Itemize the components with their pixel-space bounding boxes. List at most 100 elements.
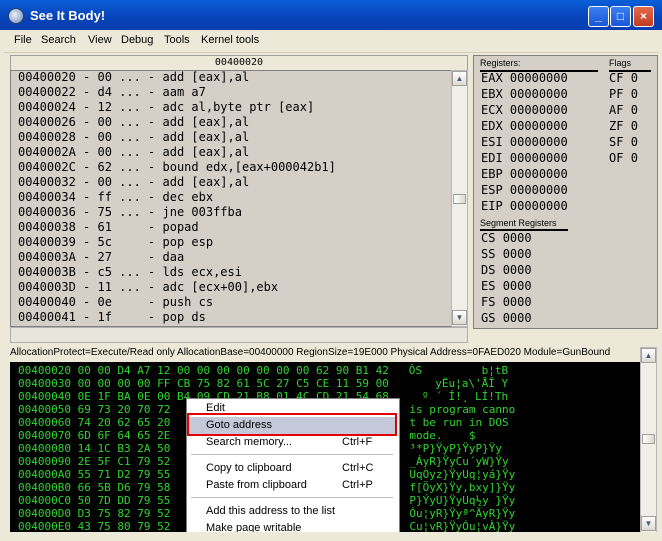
hex-bytes[interactable]: 43 75 80 79 52 <box>78 520 171 532</box>
register-value[interactable]: 00000000 <box>510 87 568 101</box>
scroll-up-button[interactable]: ▲ <box>452 71 467 86</box>
hex-bytes[interactable]: 74 20 62 65 20 <box>78 416 171 429</box>
menu-kernel-tools[interactable]: Kernel tools <box>201 34 259 46</box>
menu-search[interactable]: Search <box>41 34 76 46</box>
segment-ds[interactable]: DS 0000 <box>481 263 532 278</box>
menu-item-add-to-list[interactable]: Add this address to the list <box>188 503 396 520</box>
register-ecx[interactable]: ECX 00000000 <box>481 103 568 118</box>
register-value[interactable]: 00000000 <box>510 199 568 213</box>
disasm-line[interactable]: 00400040 - 0e - push cs <box>18 295 213 310</box>
segment-value[interactable]: 0000 <box>503 231 532 245</box>
register-ebp[interactable]: EBP 00000000 <box>481 167 568 182</box>
segment-cs[interactable]: CS 0000 <box>481 231 532 246</box>
menu-view[interactable]: View <box>88 34 112 46</box>
flag-value[interactable]: 0 <box>631 87 638 101</box>
hex-ascii[interactable]: mode. $ <box>409 429 475 442</box>
scroll-thumb[interactable] <box>453 194 466 204</box>
hex-ascii[interactable]: º ´ Í!¸ LÍ!Th <box>409 390 508 403</box>
menu-item-copy-clipboard[interactable]: Copy to clipboard Ctrl+C <box>188 460 396 477</box>
menu-tools[interactable]: Tools <box>164 34 190 46</box>
disasm-line[interactable]: 0040003B - c5 ... - lds ecx,esi <box>18 265 242 280</box>
menu-item-paste-clipboard[interactable]: Paste from clipboard Ctrl+P <box>188 477 396 494</box>
register-esi[interactable]: ESI 00000000 <box>481 135 568 150</box>
hex-ascii[interactable]: P}ÝyU}ŸyUq½y }Ÿy <box>409 494 515 507</box>
segment-value[interactable]: 0000 <box>503 247 532 261</box>
close-button[interactable]: × <box>633 6 654 27</box>
segment-value[interactable]: 0000 <box>503 295 532 309</box>
segment-value[interactable]: 0000 <box>503 311 532 325</box>
hex-bytes[interactable]: 14 1C B3 2A 50 <box>78 442 171 455</box>
maximize-button[interactable]: □ <box>610 6 631 27</box>
hex-bytes[interactable]: 55 71 D2 79 55 <box>78 468 171 481</box>
segment-value[interactable]: 0000 <box>503 263 532 277</box>
register-esp[interactable]: ESP 00000000 <box>481 183 568 198</box>
hex-row[interactable]: 00400030 00 00 00 00 FF CB 75 82 61 5C 2… <box>18 377 508 390</box>
disasm-line[interactable]: 0040002C - 62 ... - bound edx,[eax+00004… <box>18 160 336 175</box>
disasm-line[interactable]: 00400036 - 75 ... - jne 003ffba <box>18 205 242 220</box>
disasm-line[interactable]: 00400022 - d4 ... - aam a7 <box>18 85 206 100</box>
flag-value[interactable]: 0 <box>631 71 638 85</box>
disasm-address-header[interactable]: 00400020 <box>10 55 468 71</box>
flag-pf[interactable]: PF 0 <box>609 87 638 102</box>
disasm-line[interactable]: 00400038 - 61 - popad <box>18 220 199 235</box>
hex-ascii[interactable]: yËu¦a\'ÅÎ Y <box>409 377 508 390</box>
hex-bytes[interactable]: 2E 5F C1 79 52 <box>78 455 171 468</box>
flag-af[interactable]: AF 0 <box>609 103 638 118</box>
segment-es[interactable]: ES 0000 <box>481 279 532 294</box>
menu-debug[interactable]: Debug <box>121 34 153 46</box>
register-value[interactable]: 00000000 <box>510 71 568 85</box>
register-eip[interactable]: EIP 00000000 <box>481 199 568 214</box>
disasm-line[interactable]: 0040003A - 27 - daa <box>18 250 184 265</box>
disasm-line[interactable]: 0040002A - 00 ... - add [eax],al <box>18 145 249 160</box>
segment-value[interactable]: 0000 <box>503 279 532 293</box>
disasm-line[interactable]: 00400020 - 00 ... - add [eax],al <box>18 71 249 85</box>
hex-bytes[interactable]: 6D 6F 64 65 2E <box>78 429 171 442</box>
disasm-scrollbar[interactable]: ▲ ▼ <box>451 70 468 327</box>
register-eax[interactable]: EAX 00000000 <box>481 71 568 86</box>
register-value[interactable]: 00000000 <box>510 103 568 117</box>
flag-cf[interactable]: CF 0 <box>609 71 638 86</box>
disasm-line[interactable]: 00400032 - 00 ... - add [eax],al <box>18 175 249 190</box>
hex-bytes[interactable]: 69 73 20 70 72 <box>78 403 171 416</box>
register-value[interactable]: 00000000 <box>510 135 568 149</box>
register-value[interactable]: 00000000 <box>510 151 568 165</box>
scroll-thumb[interactable] <box>642 434 655 444</box>
register-value[interactable]: 00000000 <box>510 183 568 197</box>
menu-file[interactable]: File <box>14 34 32 46</box>
disasm-line[interactable]: 00400028 - 00 ... - add [eax],al <box>18 130 249 145</box>
register-value[interactable]: 00000000 <box>510 167 568 181</box>
hex-bytes[interactable]: 00 00 D4 A7 12 00 00 00 00 00 00 00 62 9… <box>78 364 389 377</box>
hex-row[interactable]: 00400020 00 00 D4 A7 12 00 00 00 00 00 0… <box>18 364 508 377</box>
disasm-horizontal-scrollbar[interactable] <box>10 327 468 343</box>
hex-ascii[interactable]: Óu¦yR}Ÿyª^ÄyR}Ÿy <box>409 507 515 520</box>
hex-ascii[interactable]: f[ÖyX}Ÿy,bxy]}Ÿy <box>409 481 515 494</box>
flag-value[interactable]: 0 <box>631 119 638 133</box>
register-ebx[interactable]: EBX 00000000 <box>481 87 568 102</box>
disasm-line[interactable]: 00400034 - ff ... - dec ebx <box>18 190 213 205</box>
register-edi[interactable]: EDI 00000000 <box>481 151 568 166</box>
title-bar[interactable]: See It Body! _ □ × <box>0 0 662 30</box>
disasm-line[interactable]: 00400026 - 00 ... - add [eax],al <box>18 115 249 130</box>
flag-of[interactable]: OF 0 <box>609 151 638 166</box>
minimize-button[interactable]: _ <box>588 6 609 27</box>
flag-sf[interactable]: SF 0 <box>609 135 638 150</box>
register-edx[interactable]: EDX 00000000 <box>481 119 568 134</box>
hex-ascii[interactable]: t be run in DOS <box>409 416 508 429</box>
scroll-up-button[interactable]: ▲ <box>641 348 656 363</box>
register-value[interactable]: 00000000 <box>510 119 568 133</box>
hex-bytes[interactable]: 50 7D DD 79 55 <box>78 494 171 507</box>
disasm-line[interactable]: 0040003D - 11 ... - adc [ecx+00],ebx <box>18 280 278 295</box>
hex-ascii[interactable]: _ÁyR}ŸyCu´yW}Ÿy <box>409 455 508 468</box>
hex-bytes[interactable]: D3 75 82 79 52 <box>78 507 171 520</box>
scroll-down-button[interactable]: ▼ <box>452 310 467 325</box>
disasm-line[interactable]: 00400024 - 12 ... - adc al,byte ptr [eax… <box>18 100 314 115</box>
scroll-down-button[interactable]: ▼ <box>641 516 656 531</box>
segment-gs[interactable]: GS 0000 <box>481 311 532 326</box>
disasm-line[interactable]: 00400041 - 1f - pop ds <box>18 310 206 325</box>
menu-item-search-memory[interactable]: Search memory... Ctrl+F <box>188 434 396 451</box>
memory-scrollbar[interactable]: ▲ ▼ <box>640 347 657 534</box>
hex-ascii[interactable]: ³*P}ŸyP}ŸyP}Ÿy <box>409 442 502 455</box>
flag-value[interactable]: 0 <box>631 103 638 117</box>
disassembly-view[interactable]: 00400020 - 00 ... - add [eax],al 0040002… <box>10 70 453 327</box>
flag-value[interactable]: 0 <box>631 151 638 165</box>
